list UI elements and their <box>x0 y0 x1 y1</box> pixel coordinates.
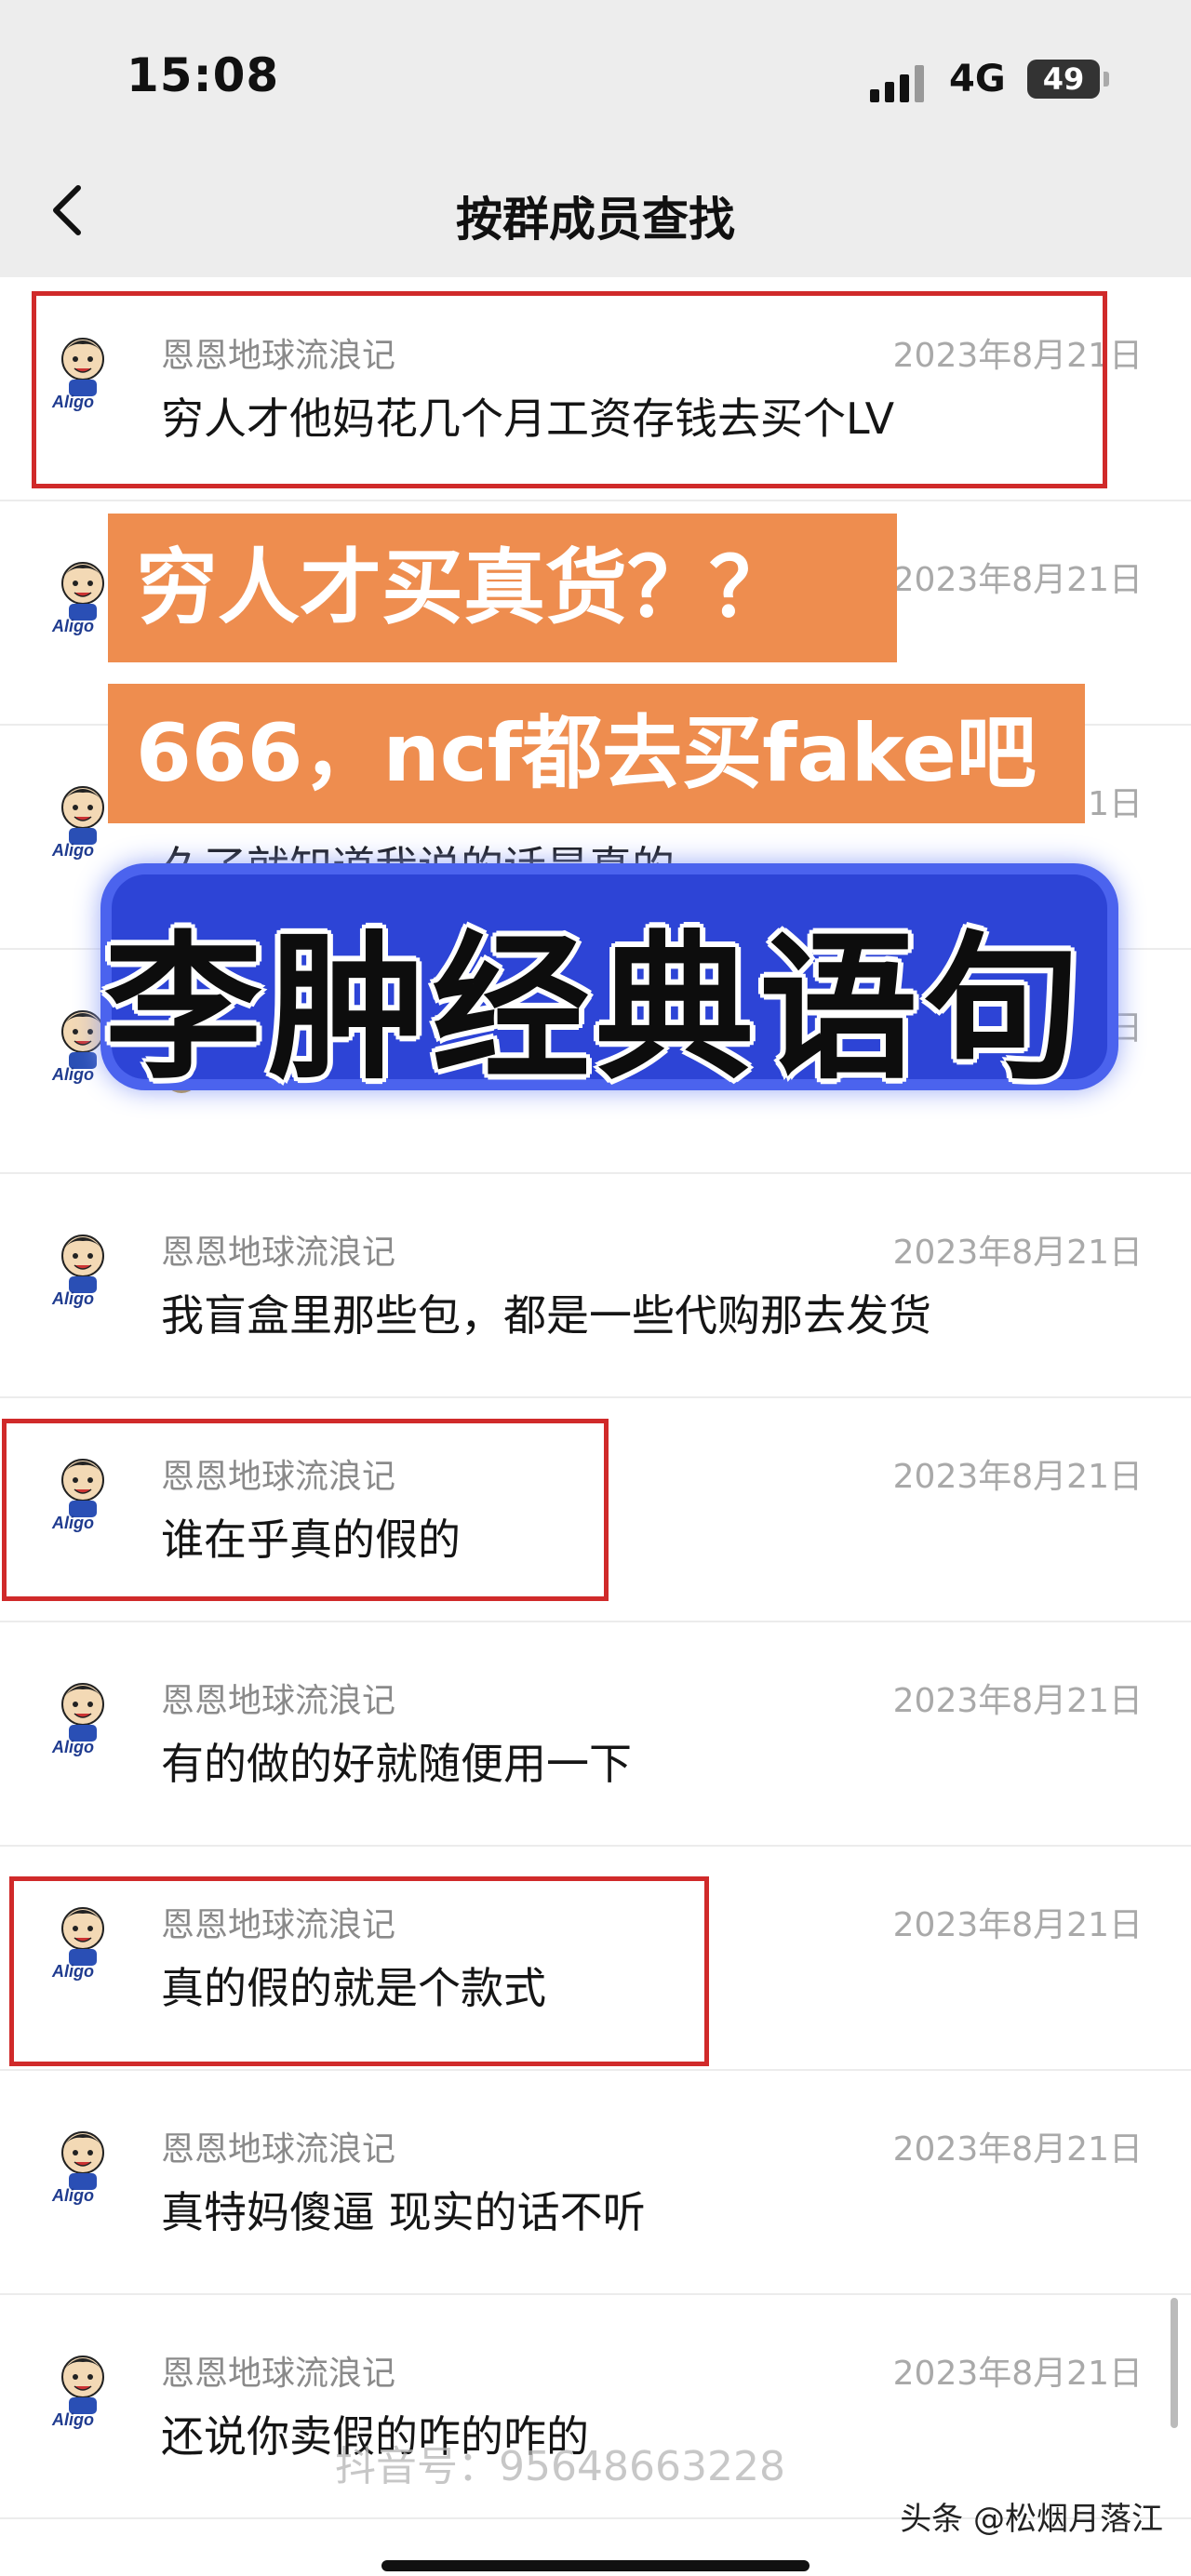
overlay-banner-2: 666，ncf都去买fake吧 <box>108 684 1085 823</box>
watermark: 抖音号：95648663228 <box>335 2443 785 2490</box>
message-text: 真特妈傻逼 现实的话不听 <box>161 2187 646 2237</box>
avatar[interactable]: Aligo <box>48 2125 117 2205</box>
svg-text:Aligo: Aligo <box>51 1289 94 1308</box>
svg-text:Aligo: Aligo <box>51 841 94 860</box>
message-text: 我盲盒里那些包，都是一些代购那去发货 <box>161 1290 931 1341</box>
scrollbar[interactable] <box>1171 2298 1178 2428</box>
sender-name: 恩恩地球流浪记 <box>161 2130 396 2169</box>
avatar[interactable]: Aligo <box>48 1228 117 1308</box>
svg-text:Aligo: Aligo <box>51 1738 94 1756</box>
message-time: 2023年8月21日 <box>892 1906 1143 1944</box>
battery-tip <box>1104 72 1109 87</box>
message-row[interactable]: Aligo 恩恩地球流浪记 2023年8月21日真特妈傻逼 现实的话不听 <box>0 2071 1191 2295</box>
avatar[interactable]: Aligo <box>48 555 117 635</box>
message-time: 2023年8月21日 <box>892 1458 1143 1496</box>
highlight-box-1 <box>32 291 1107 488</box>
battery-icon: 49 <box>1027 60 1100 99</box>
highlight-box-2 <box>2 1419 609 1601</box>
message-text: 有的做的好就随便用一下 <box>161 1739 632 1789</box>
avatar[interactable]: Aligo <box>48 780 117 860</box>
message-time: 2023年8月21日 <box>892 1682 1143 1720</box>
headline: 李肿经典语句 <box>103 917 1087 1101</box>
overlay-banner-1: 穷人才买真货？？ <box>108 514 897 662</box>
message-row[interactable]: Aligo 恩恩地球流浪记 2023年8月21日有的做的好就随便用一下 <box>0 1622 1191 1847</box>
avatar[interactable]: Aligo <box>48 1676 117 1756</box>
home-indicator <box>381 2560 810 2571</box>
signal-icon <box>870 63 926 102</box>
svg-text:Aligo: Aligo <box>51 2186 94 2205</box>
message-time: 2023年8月21日 <box>892 2355 1143 2393</box>
status-time: 15:08 <box>127 48 280 102</box>
message-time: 2023年8月21日 <box>892 1234 1143 1272</box>
message-time: 2023年8月21日 <box>892 2130 1143 2169</box>
credit-label: 头条 @松烟月落江 <box>900 2501 1163 2538</box>
network-label: 4G <box>949 58 1006 100</box>
svg-text:Aligo: Aligo <box>51 2410 94 2429</box>
page-title: 按群成员查找 <box>456 193 735 247</box>
sender-name: 恩恩地球流浪记 <box>161 1682 396 1720</box>
highlight-box-3 <box>9 1876 709 2066</box>
sender-name: 恩恩地球流浪记 <box>161 2355 396 2393</box>
avatar[interactable]: Aligo <box>48 2349 117 2429</box>
message-row[interactable]: Aligo 恩恩地球流浪记 2023年8月21日我盲盒里那些包，都是一些代购那去发货 <box>0 1174 1191 1398</box>
top-bar: 15:08 4G 49 按群成员查找 <box>0 0 1191 277</box>
message-time: 2023年8月21日 <box>892 561 1143 599</box>
svg-text:Aligo: Aligo <box>51 617 94 635</box>
sender-name: 恩恩地球流浪记 <box>161 1234 396 1272</box>
